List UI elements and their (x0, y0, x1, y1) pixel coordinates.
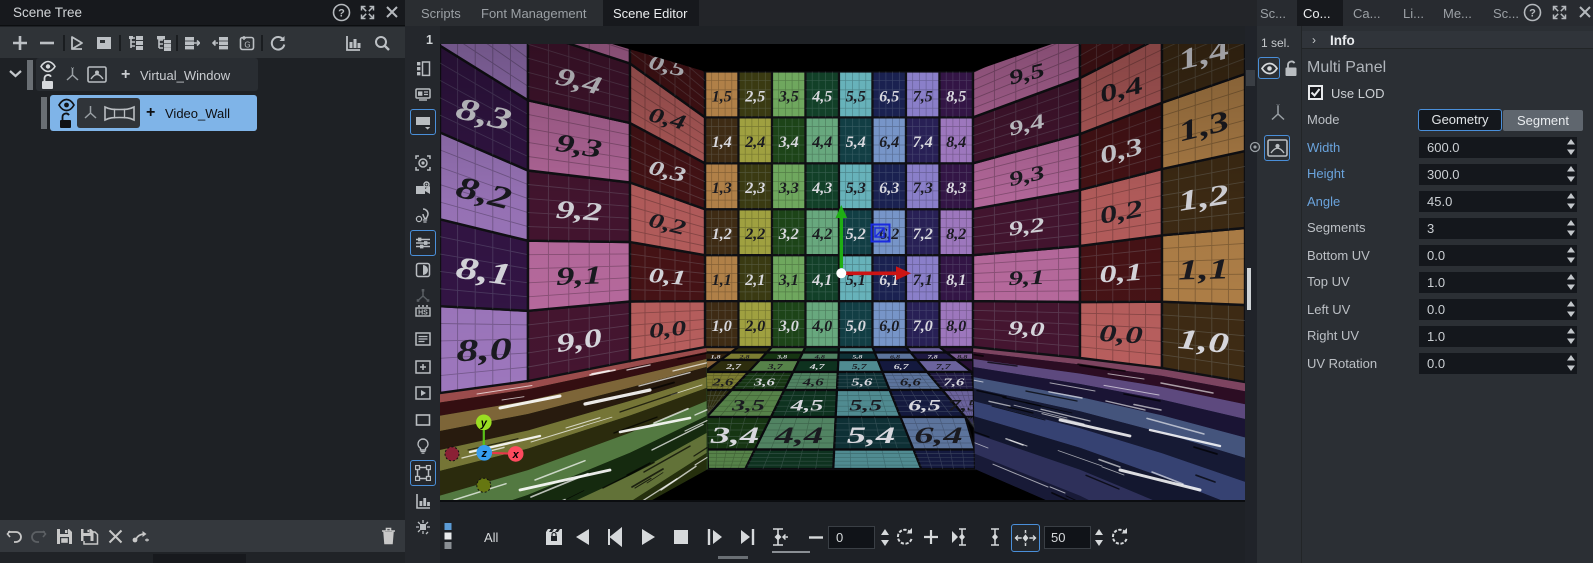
svg-text:3,6: 3,6 (753, 377, 775, 388)
svg-text:3,5: 3,5 (778, 88, 799, 105)
svg-text:7,0: 7,0 (913, 318, 933, 335)
svg-text:6,3: 6,3 (879, 180, 899, 197)
svg-text:5,8: 5,8 (852, 355, 863, 360)
svg-text:8,4: 8,4 (946, 134, 966, 151)
svg-text:6,5: 6,5 (908, 396, 941, 413)
svg-text:4,5: 4,5 (811, 88, 832, 105)
svg-text:1,3: 1,3 (712, 180, 732, 197)
svg-text:8,8: 8,8 (957, 355, 968, 360)
svg-text:4,8: 4,8 (814, 355, 826, 360)
svg-text:6,6: 6,6 (900, 377, 921, 388)
svg-text:7,2: 7,2 (913, 226, 933, 243)
svg-text:5,4: 5,4 (846, 134, 866, 151)
svg-text:3,3: 3,3 (778, 180, 799, 197)
svg-text:3,7: 3,7 (766, 363, 783, 371)
svg-text:4,4: 4,4 (774, 423, 824, 448)
svg-text:1,0: 1,0 (712, 318, 732, 335)
svg-text:1,5: 1,5 (712, 88, 732, 105)
svg-text:2,8: 2,8 (738, 355, 750, 360)
svg-text:3,0: 3,0 (778, 318, 799, 335)
svg-text:3,1: 3,1 (778, 272, 799, 289)
svg-text:2,4: 2,4 (744, 134, 765, 151)
svg-text:3,4: 3,4 (778, 134, 799, 151)
svg-text:4,7: 4,7 (808, 363, 825, 371)
svg-text:2,1: 2,1 (744, 272, 765, 289)
svg-text:?: ? (338, 8, 345, 20)
svg-text:HS: HS (418, 310, 428, 317)
svg-text:z: z (481, 448, 488, 460)
svg-text:6,5: 6,5 (879, 88, 899, 105)
svg-text:5,7: 5,7 (852, 363, 868, 371)
svg-text:4,1: 4,1 (811, 272, 832, 289)
svg-text:8,0: 8,0 (946, 318, 966, 335)
svg-text:2,3: 2,3 (744, 180, 765, 197)
svg-text:7,1: 7,1 (913, 272, 933, 289)
svg-text:2,6: 2,6 (711, 377, 733, 388)
svg-text:8,2: 8,2 (946, 226, 966, 243)
svg-text:1,2: 1,2 (712, 226, 732, 243)
svg-text:5,2: 5,2 (846, 226, 866, 243)
svg-text:1,4: 1,4 (712, 134, 732, 151)
svg-text:2,0: 2,0 (744, 318, 765, 335)
svg-text:7,6: 7,6 (943, 377, 964, 388)
svg-text:7,8: 7,8 (928, 355, 939, 360)
svg-text:x: x (512, 449, 520, 461)
svg-text:5,5: 5,5 (846, 88, 866, 105)
svg-text:1,1: 1,1 (712, 272, 732, 289)
svg-text:Y: Y (1276, 104, 1280, 110)
svg-text:6,4: 6,4 (879, 134, 899, 151)
svg-text:2,5: 2,5 (744, 88, 765, 105)
svg-text:6,7: 6,7 (894, 363, 910, 371)
svg-text:5,0: 5,0 (846, 318, 866, 335)
svg-text:8,3: 8,3 (946, 180, 966, 197)
svg-text:?: ? (1529, 8, 1536, 20)
svg-text:2,2: 2,2 (744, 226, 765, 243)
svg-text:7,5: 7,5 (913, 88, 933, 105)
svg-text:8,1: 8,1 (946, 272, 966, 289)
svg-text:4,3: 4,3 (811, 180, 832, 197)
svg-text:7,3: 7,3 (913, 180, 933, 197)
svg-text:2,7: 2,7 (725, 363, 742, 371)
svg-text:4,6: 4,6 (801, 377, 823, 388)
svg-text:5,3: 5,3 (846, 180, 866, 197)
svg-text:5,5: 5,5 (849, 396, 882, 413)
svg-text:3,2: 3,2 (778, 226, 799, 243)
svg-text:7,4: 7,4 (913, 134, 933, 151)
svg-text:6,0: 6,0 (879, 318, 899, 335)
svg-text:5,6: 5,6 (851, 377, 872, 388)
svg-text:5,4: 5,4 (847, 423, 895, 448)
svg-text:4,5: 4,5 (789, 396, 823, 413)
svg-text:4,2: 4,2 (811, 226, 832, 243)
svg-text:1,8: 1,8 (710, 355, 721, 360)
svg-text:6,4: 6,4 (914, 423, 962, 448)
svg-text:8,5: 8,5 (946, 88, 966, 105)
svg-text:3,4: 3,4 (710, 423, 760, 448)
svg-text:3,5: 3,5 (731, 396, 765, 413)
svg-text:3,8: 3,8 (776, 355, 788, 360)
svg-text:4,4: 4,4 (811, 134, 832, 151)
svg-text:6,8: 6,8 (890, 355, 901, 360)
svg-text:G: G (244, 40, 250, 49)
svg-text:4,0: 4,0 (811, 318, 832, 335)
svg-text:7,7: 7,7 (936, 363, 952, 371)
svg-text:y: y (480, 417, 488, 429)
svg-text:Y: Y (71, 67, 75, 73)
